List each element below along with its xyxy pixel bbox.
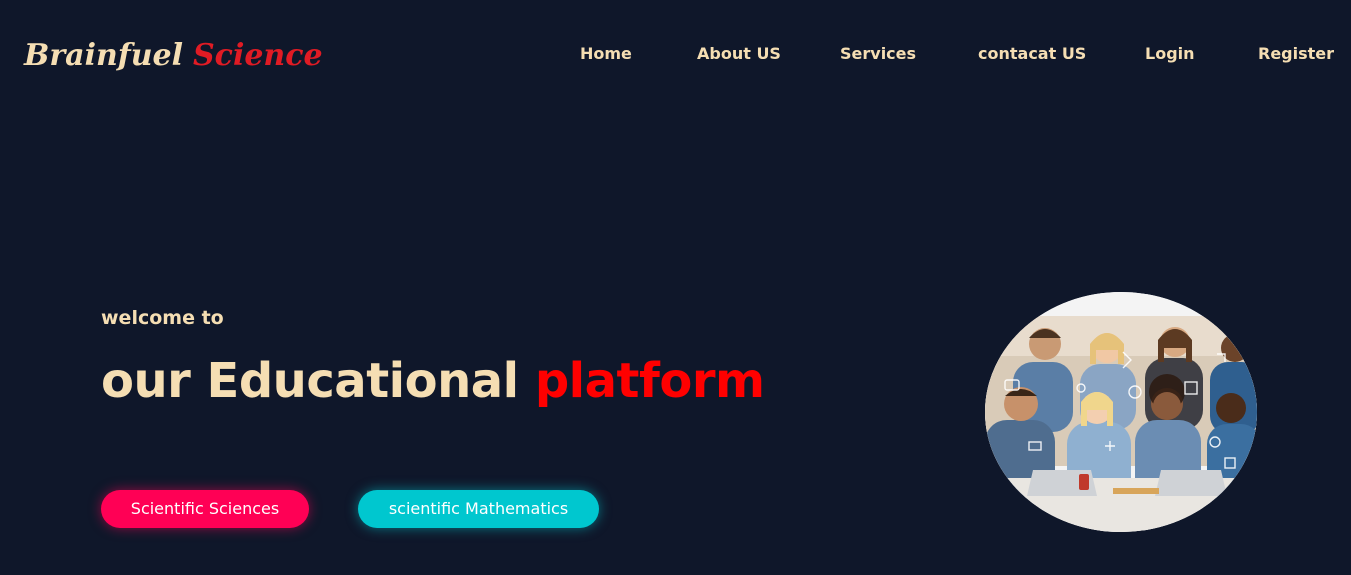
nav-services-link[interactable]: Services <box>840 44 916 64</box>
nav-login-link[interactable]: Login <box>1145 44 1195 64</box>
nav-home-link[interactable]: Home <box>580 44 632 64</box>
nav-contact-link[interactable]: contacat US <box>978 44 1086 64</box>
hero-welcome-text: welcome to <box>101 307 224 329</box>
scientific-mathematics-button[interactable]: scientific Mathematics <box>358 490 599 528</box>
nav-about-link[interactable]: About US <box>697 44 781 64</box>
hero-headline: our Educational platform <box>101 352 765 410</box>
nav-register-link[interactable]: Register <box>1258 44 1334 64</box>
students-group-photo <box>985 292 1257 532</box>
students-photo-illustration <box>985 292 1257 532</box>
hero-headline-accent: platform <box>534 353 765 409</box>
scientific-sciences-button[interactable]: Scientific Sciences <box>101 490 309 528</box>
page: Brainfuel Science Home About US Services … <box>0 0 1351 575</box>
hero-headline-main: our Educational <box>101 353 519 409</box>
main-nav: Home About US Services contacat US Login… <box>0 44 1351 66</box>
